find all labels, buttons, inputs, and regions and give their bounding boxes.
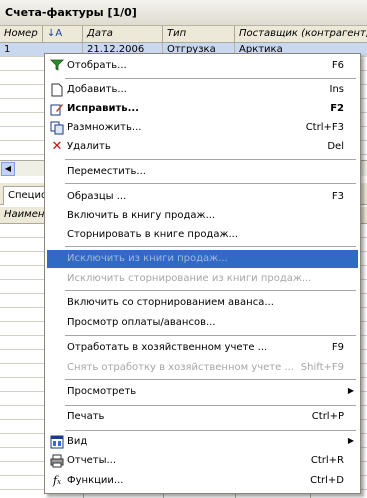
menu-item-view[interactable]: Вид ▶ — [47, 433, 358, 451]
delete-icon: ✕ — [51, 139, 63, 154]
column-header-supplier[interactable]: Поставщик (контрагент, ... — [235, 26, 367, 43]
menu-item-view-submenu[interactable]: Просмотреть ▶ — [47, 383, 358, 401]
menu-item-unpost-accounting[interactable]: Снять отработку в хозяйственном учете ..… — [47, 359, 358, 377]
column-label: Номер — [4, 28, 38, 39]
menu-item-post-accounting[interactable]: Отработать в хозяйственном учете ... F9 — [47, 339, 358, 357]
menu-item-move[interactable]: Переместить... — [47, 163, 358, 181]
menu-item-functions[interactable]: fx Функции... Ctrl+D — [47, 472, 358, 490]
menu-item-view-payments[interactable]: Просмотр оплаты/авансов... — [47, 314, 358, 332]
grid-header: Номер ↓A Дата Тип Поставщик (контрагент,… — [0, 26, 367, 43]
submenu-arrow-icon: ▶ — [347, 386, 354, 395]
menu-item-filter[interactable]: Отобрать... F6 — [47, 57, 358, 75]
column-label: Тип — [167, 28, 187, 39]
column-header-number[interactable]: Номер — [0, 26, 43, 43]
menu-item-delete[interactable]: ✕ Удалить Del — [47, 138, 358, 156]
scroll-left-icon[interactable]: ◀ — [1, 162, 15, 176]
menu-item-exclude-sales-book[interactable]: Исключить из книги продаж... — [47, 250, 358, 268]
sort-column[interactable]: ↓A — [43, 26, 83, 43]
column-header-date[interactable]: Дата — [83, 26, 163, 43]
menu-item-reports[interactable]: Отчеты... Ctrl+R — [47, 452, 358, 470]
column-header-type[interactable]: Тип — [163, 26, 235, 43]
column-header-name[interactable]: Наимен — [0, 207, 44, 220]
sort-icon: ↓A — [47, 28, 63, 39]
column-label: Поставщик (контрагент, ... — [239, 28, 367, 39]
window-title: Счета-фактуры [1/0] — [0, 0, 367, 26]
menu-item-include-sales-book[interactable]: Включить в книгу продаж... — [47, 207, 358, 225]
column-label: Дата — [87, 28, 113, 39]
menu-item-exclude-reversal[interactable]: Исключить сторнирование из книги продаж.… — [47, 270, 358, 288]
submenu-arrow-icon: ▶ — [347, 436, 354, 445]
menu-item-include-with-advance-reversal[interactable]: Включить со сторнированием аванса... — [47, 294, 358, 312]
context-menu: Отобрать... F6 Добавить... Ins Исправить… — [44, 53, 361, 494]
menu-item-edit[interactable]: Исправить... F2 — [47, 100, 358, 118]
filter-icon — [49, 59, 65, 73]
function-icon: fx — [52, 474, 62, 487]
menu-item-reverse-sales-book[interactable]: Сторнировать в книге продаж... — [47, 226, 358, 244]
edit-icon — [49, 102, 65, 116]
menu-item-templates[interactable]: Образцы ... F3 — [47, 188, 358, 206]
menu-item-print[interactable]: Печать Ctrl+P — [47, 408, 358, 426]
menu-item-add[interactable]: Добавить... Ins — [47, 81, 358, 99]
menu-item-duplicate[interactable]: Размножить... Ctrl+F3 — [47, 119, 358, 137]
new-document-icon — [49, 83, 65, 97]
view-icon — [49, 435, 65, 449]
printer-icon — [49, 454, 65, 468]
copy-icon — [49, 121, 65, 135]
